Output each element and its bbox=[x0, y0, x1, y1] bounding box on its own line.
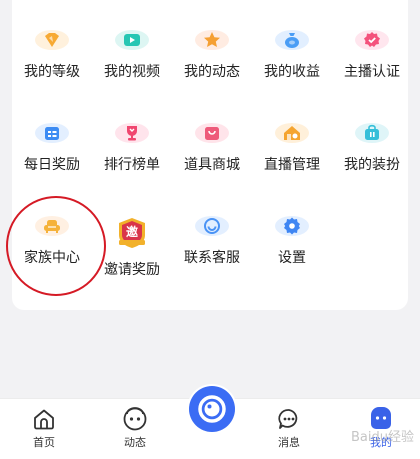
sofa-icon bbox=[35, 216, 69, 236]
home-icon bbox=[31, 406, 57, 432]
house-icon bbox=[275, 123, 309, 143]
grid-item-label: 我的视频 bbox=[104, 64, 160, 80]
tab-messages[interactable]: 消息 bbox=[247, 399, 331, 459]
tab-feed[interactable]: 动态 bbox=[93, 399, 177, 459]
grid-item-label: 设置 bbox=[278, 250, 306, 266]
camera-lens-icon bbox=[189, 386, 235, 432]
settings-gear-icon bbox=[275, 216, 309, 236]
star-icon bbox=[195, 30, 229, 50]
grid-item-label: 邀请奖励 bbox=[104, 262, 160, 278]
tab-home[interactable]: 首页 bbox=[2, 399, 86, 459]
invite-badge-text: 邀 bbox=[125, 224, 138, 239]
grid-item-customer-service[interactable]: 联系客服 bbox=[172, 186, 252, 266]
shop-icon bbox=[195, 123, 229, 143]
grid-item-live-manage[interactable]: 直播管理 bbox=[252, 93, 332, 173]
grid-item-my-video[interactable]: 我的视频 bbox=[92, 0, 172, 80]
features-card: 我的等级 我的视频 我的动态 我的收益 主播认证 每日奖励 排行榜单 道具商城 … bbox=[12, 0, 408, 310]
grid-item-label: 我的等级 bbox=[24, 64, 80, 80]
grid-item-label: 直播管理 bbox=[264, 157, 320, 173]
message-bubble-icon bbox=[276, 406, 302, 432]
video-icon bbox=[115, 30, 149, 50]
grid-item-label: 我的装扮 bbox=[344, 157, 400, 173]
tab-feed-label: 动态 bbox=[124, 436, 146, 449]
badge-icon bbox=[355, 30, 389, 50]
grid-item-daily-reward[interactable]: 每日奖励 bbox=[12, 93, 92, 173]
grid-item-my-earnings[interactable]: 我的收益 bbox=[252, 0, 332, 80]
grid-item-anchor-verify[interactable]: 主播认证 bbox=[332, 0, 412, 80]
grid-item-family-center[interactable]: 家族中心 bbox=[12, 186, 92, 266]
grid-item-label: 主播认证 bbox=[344, 64, 400, 80]
grid-item-label: 家族中心 bbox=[24, 250, 80, 266]
grid-item-label: 每日奖励 bbox=[24, 157, 80, 173]
grid-item-label: 我的收益 bbox=[264, 64, 320, 80]
grid-item-leaderboard[interactable]: 排行榜单 bbox=[92, 93, 172, 173]
money-bag-icon bbox=[275, 30, 309, 50]
calendar-icon bbox=[35, 123, 69, 143]
tab-messages-label: 消息 bbox=[278, 436, 300, 449]
grid-item-label: 排行榜单 bbox=[104, 157, 160, 173]
feed-face-icon bbox=[122, 406, 148, 432]
mine-icon bbox=[368, 406, 394, 432]
grid-item-my-outfit[interactable]: 我的装扮 bbox=[332, 93, 412, 173]
grid-item-prop-shop[interactable]: 道具商城 bbox=[172, 93, 252, 173]
grid-item-settings[interactable]: 设置 bbox=[252, 186, 332, 266]
level-icon bbox=[35, 30, 69, 50]
center-camera-button[interactable] bbox=[187, 384, 237, 434]
tab-mine-label: 我的 bbox=[370, 436, 392, 449]
tab-mine[interactable]: 我的 bbox=[339, 399, 420, 459]
trophy-icon bbox=[115, 123, 149, 143]
invite-reward-icon: 邀 bbox=[114, 216, 150, 250]
bag-icon bbox=[355, 123, 389, 143]
grid-item-invite-reward[interactable]: 邀 邀请奖励 bbox=[92, 186, 172, 278]
grid-item-my-posts[interactable]: 我的动态 bbox=[172, 0, 252, 80]
customer-service-icon bbox=[195, 216, 229, 236]
tab-home-label: 首页 bbox=[33, 436, 55, 449]
grid-item-label: 我的动态 bbox=[184, 64, 240, 80]
grid-item-label: 道具商城 bbox=[184, 157, 240, 173]
grid-item-label: 联系客服 bbox=[184, 250, 240, 266]
grid-item-my-level[interactable]: 我的等级 bbox=[12, 0, 92, 80]
